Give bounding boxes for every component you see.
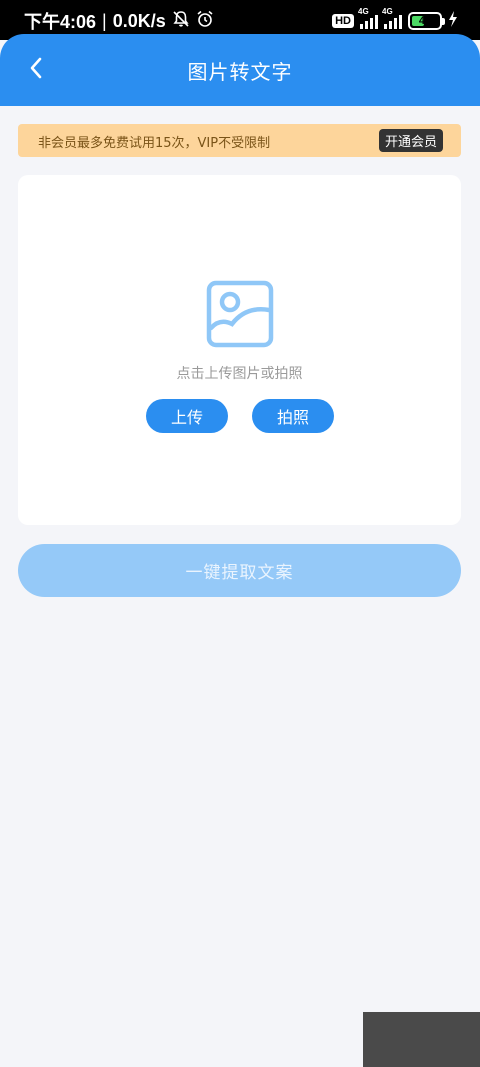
network-type-label-2: 4G	[382, 7, 393, 16]
take-photo-button[interactable]: 拍照	[252, 399, 334, 433]
image-icon	[206, 280, 274, 348]
battery-icon: 41	[408, 12, 445, 30]
battery-level: 41	[418, 15, 432, 27]
status-time: 下午4:06	[24, 12, 97, 32]
charging-icon	[448, 11, 458, 31]
status-divider: |	[102, 10, 107, 31]
page-title: 图片转文字	[187, 60, 293, 84]
status-speed: 0.0K/s	[112, 10, 166, 31]
open-vip-button[interactable]: 开通会员	[378, 129, 443, 152]
signal-icon-2: 4G	[382, 7, 402, 29]
hd-badge: HD	[332, 14, 354, 28]
mute-icon	[172, 10, 190, 33]
alarm-icon	[196, 10, 214, 33]
upload-card[interactable]: 点击上传图片或拍照 上传 拍照	[18, 175, 461, 525]
page-header: 图片转文字	[0, 34, 480, 106]
status-left: 下午4:06 | 0.0K/s	[24, 9, 214, 33]
upload-hint: 点击上传图片或拍照	[176, 366, 303, 382]
status-right: HD 4G 4G 41	[332, 7, 458, 32]
network-type-label: 4G	[358, 7, 369, 16]
extract-text-button[interactable]: 一键提取文案	[18, 544, 461, 597]
signal-icon: 4G	[358, 7, 378, 29]
app-screen: 下午4:06 | 0.0K/s HD 4G 4G 41 图片转文字 非会员最多免…	[0, 0, 480, 1067]
upload-button[interactable]: 上传	[146, 399, 228, 433]
membership-notice: 非会员最多免费试用15次，VIP不受限制 开通会员	[18, 124, 461, 157]
floating-window-overlay	[363, 1012, 480, 1067]
notice-text: 非会员最多免费试用15次，VIP不受限制	[38, 136, 271, 151]
